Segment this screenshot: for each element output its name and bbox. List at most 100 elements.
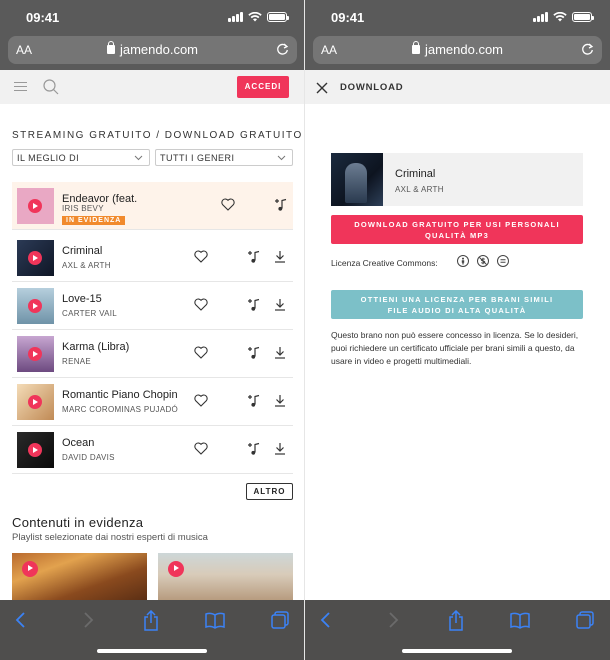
- status-icons: [228, 12, 289, 22]
- lock-icon: [411, 41, 420, 54]
- track-artist[interactable]: MARC COROMINAS PUJADÓ: [62, 405, 178, 414]
- track-row[interactable]: Karma (Libra) RENAE: [12, 330, 293, 378]
- status-time: 09:41: [331, 10, 365, 25]
- download-icon[interactable]: [274, 394, 286, 412]
- share-icon[interactable]: [142, 609, 160, 637]
- track-row[interactable]: Criminal AXL & ARTH: [12, 234, 293, 282]
- right-screen: 09:41 AA jamendo.com DOWNLOAD Criminal A…: [305, 0, 610, 660]
- status-bar: 09:41: [0, 0, 305, 34]
- add-to-playlist-icon[interactable]: [247, 250, 261, 269]
- cc-by-icon[interactable]: [457, 255, 469, 267]
- address-bar[interactable]: AA jamendo.com: [8, 36, 297, 64]
- bookmarks-icon[interactable]: [205, 610, 225, 635]
- track-artist[interactable]: AXL & ARTH: [62, 261, 111, 270]
- left-screen: 09:41 AA jamendo.com ACCEDI STREAMING GR…: [0, 0, 305, 660]
- tabs-icon[interactable]: [575, 610, 595, 635]
- heart-icon[interactable]: [221, 198, 235, 216]
- track-cover[interactable]: [17, 188, 54, 224]
- search-icon[interactable]: [42, 78, 60, 101]
- heart-icon[interactable]: [194, 250, 208, 268]
- chevron-down-icon: [277, 153, 286, 163]
- reload-icon[interactable]: [581, 42, 594, 61]
- browser-chrome: AA jamendo.com: [0, 34, 305, 70]
- track-row[interactable]: Love-15 CARTER VAIL: [12, 282, 293, 330]
- section-title: STREAMING GRATUITO / DOWNLOAD GRATUITO: [12, 130, 303, 141]
- login-button[interactable]: ACCEDI: [237, 76, 289, 98]
- close-icon[interactable]: [316, 81, 328, 99]
- track-cover[interactable]: [17, 240, 54, 276]
- share-icon[interactable]: [447, 609, 465, 637]
- track-title[interactable]: Karma (Libra): [62, 341, 129, 353]
- download-icon[interactable]: [274, 250, 286, 268]
- track-artist[interactable]: DAVID DAVIS: [62, 453, 115, 462]
- heart-icon[interactable]: [194, 298, 208, 316]
- play-icon[interactable]: [28, 199, 42, 213]
- play-icon[interactable]: [28, 443, 42, 457]
- play-icon[interactable]: [28, 251, 42, 265]
- featured-badge: IN EVIDENZA: [62, 216, 126, 225]
- license-button-line1: OTTIENI UNA LICENZA PER BRANI SIMILI: [360, 295, 554, 304]
- more-button[interactable]: ALTRO: [246, 483, 293, 500]
- forward-icon[interactable]: [81, 610, 95, 635]
- play-icon[interactable]: [28, 299, 42, 313]
- tabs-icon[interactable]: [270, 610, 290, 635]
- site-header: ACCEDI: [0, 70, 305, 104]
- browser-chrome: AA jamendo.com: [305, 34, 610, 70]
- sort-select[interactable]: IL MEGLIO DI: [12, 149, 150, 166]
- add-to-playlist-icon[interactable]: [274, 198, 288, 217]
- genre-select[interactable]: TUTTI I GENERI: [155, 149, 293, 166]
- track-artist[interactable]: IRIS BEVY: [62, 204, 104, 213]
- download-icon[interactable]: [274, 346, 286, 364]
- track-row[interactable]: Romantic Piano Chopin MARC COROMINAS PUJ…: [12, 378, 293, 426]
- url-text: jamendo.com: [119, 42, 199, 57]
- home-indicator: [97, 649, 207, 653]
- add-to-playlist-icon[interactable]: [247, 346, 261, 365]
- track-title[interactable]: Criminal: [62, 245, 102, 257]
- download-icon[interactable]: [274, 298, 286, 316]
- track-artist[interactable]: RENAE: [62, 357, 91, 366]
- add-to-playlist-icon[interactable]: [247, 298, 261, 317]
- url-display[interactable]: jamendo.com: [8, 41, 297, 57]
- add-to-playlist-icon[interactable]: [247, 394, 261, 413]
- track-cover[interactable]: [17, 336, 54, 372]
- heart-icon[interactable]: [194, 346, 208, 364]
- license-button-line2: FILE AUDIO DI ALTA QUALITÀ: [387, 306, 527, 315]
- play-icon[interactable]: [22, 561, 38, 577]
- playlist-card[interactable]: [158, 553, 293, 601]
- track-card: Criminal AXL & ARTH: [331, 153, 583, 206]
- track-row[interactable]: Ocean DAVID DAVIS: [12, 426, 293, 474]
- heart-icon[interactable]: [194, 442, 208, 460]
- reload-icon[interactable]: [276, 42, 289, 61]
- track-title: Criminal: [395, 168, 436, 180]
- featured-section-title: Contenuti in evidenza: [12, 515, 144, 530]
- play-icon[interactable]: [28, 395, 42, 409]
- forward-icon[interactable]: [386, 610, 400, 635]
- track-row[interactable]: Endeavor (feat. IRIS BEVY IN EVIDENZA: [12, 182, 293, 230]
- address-bar[interactable]: AA jamendo.com: [313, 36, 602, 64]
- track-title[interactable]: Ocean: [62, 437, 94, 449]
- download-header: DOWNLOAD: [305, 70, 610, 104]
- back-icon[interactable]: [14, 610, 28, 635]
- wifi-icon: [553, 12, 567, 22]
- bookmarks-icon[interactable]: [510, 610, 530, 635]
- menu-icon[interactable]: [14, 82, 27, 92]
- add-to-playlist-icon[interactable]: [247, 442, 261, 461]
- back-icon[interactable]: [319, 610, 333, 635]
- free-download-button[interactable]: DOWNLOAD GRATUITO PER USI PERSONALI QUAL…: [331, 215, 583, 244]
- track-cover[interactable]: [17, 384, 54, 420]
- download-icon[interactable]: [274, 442, 286, 460]
- cc-nc-icon[interactable]: [477, 255, 489, 267]
- heart-icon[interactable]: [194, 394, 208, 412]
- license-label: Licenza Creative Commons:: [331, 258, 438, 268]
- track-title[interactable]: Romantic Piano Chopin: [62, 389, 178, 401]
- track-artist[interactable]: CARTER VAIL: [62, 309, 117, 318]
- track-title[interactable]: Love-15: [62, 293, 102, 305]
- url-display[interactable]: jamendo.com: [313, 41, 602, 57]
- cc-nd-icon[interactable]: [497, 255, 509, 267]
- play-icon[interactable]: [168, 561, 184, 577]
- track-cover[interactable]: [17, 288, 54, 324]
- license-button[interactable]: OTTIENI UNA LICENZA PER BRANI SIMILI FIL…: [331, 290, 583, 319]
- play-icon[interactable]: [28, 347, 42, 361]
- playlist-card[interactable]: [12, 553, 147, 601]
- track-cover[interactable]: [17, 432, 54, 468]
